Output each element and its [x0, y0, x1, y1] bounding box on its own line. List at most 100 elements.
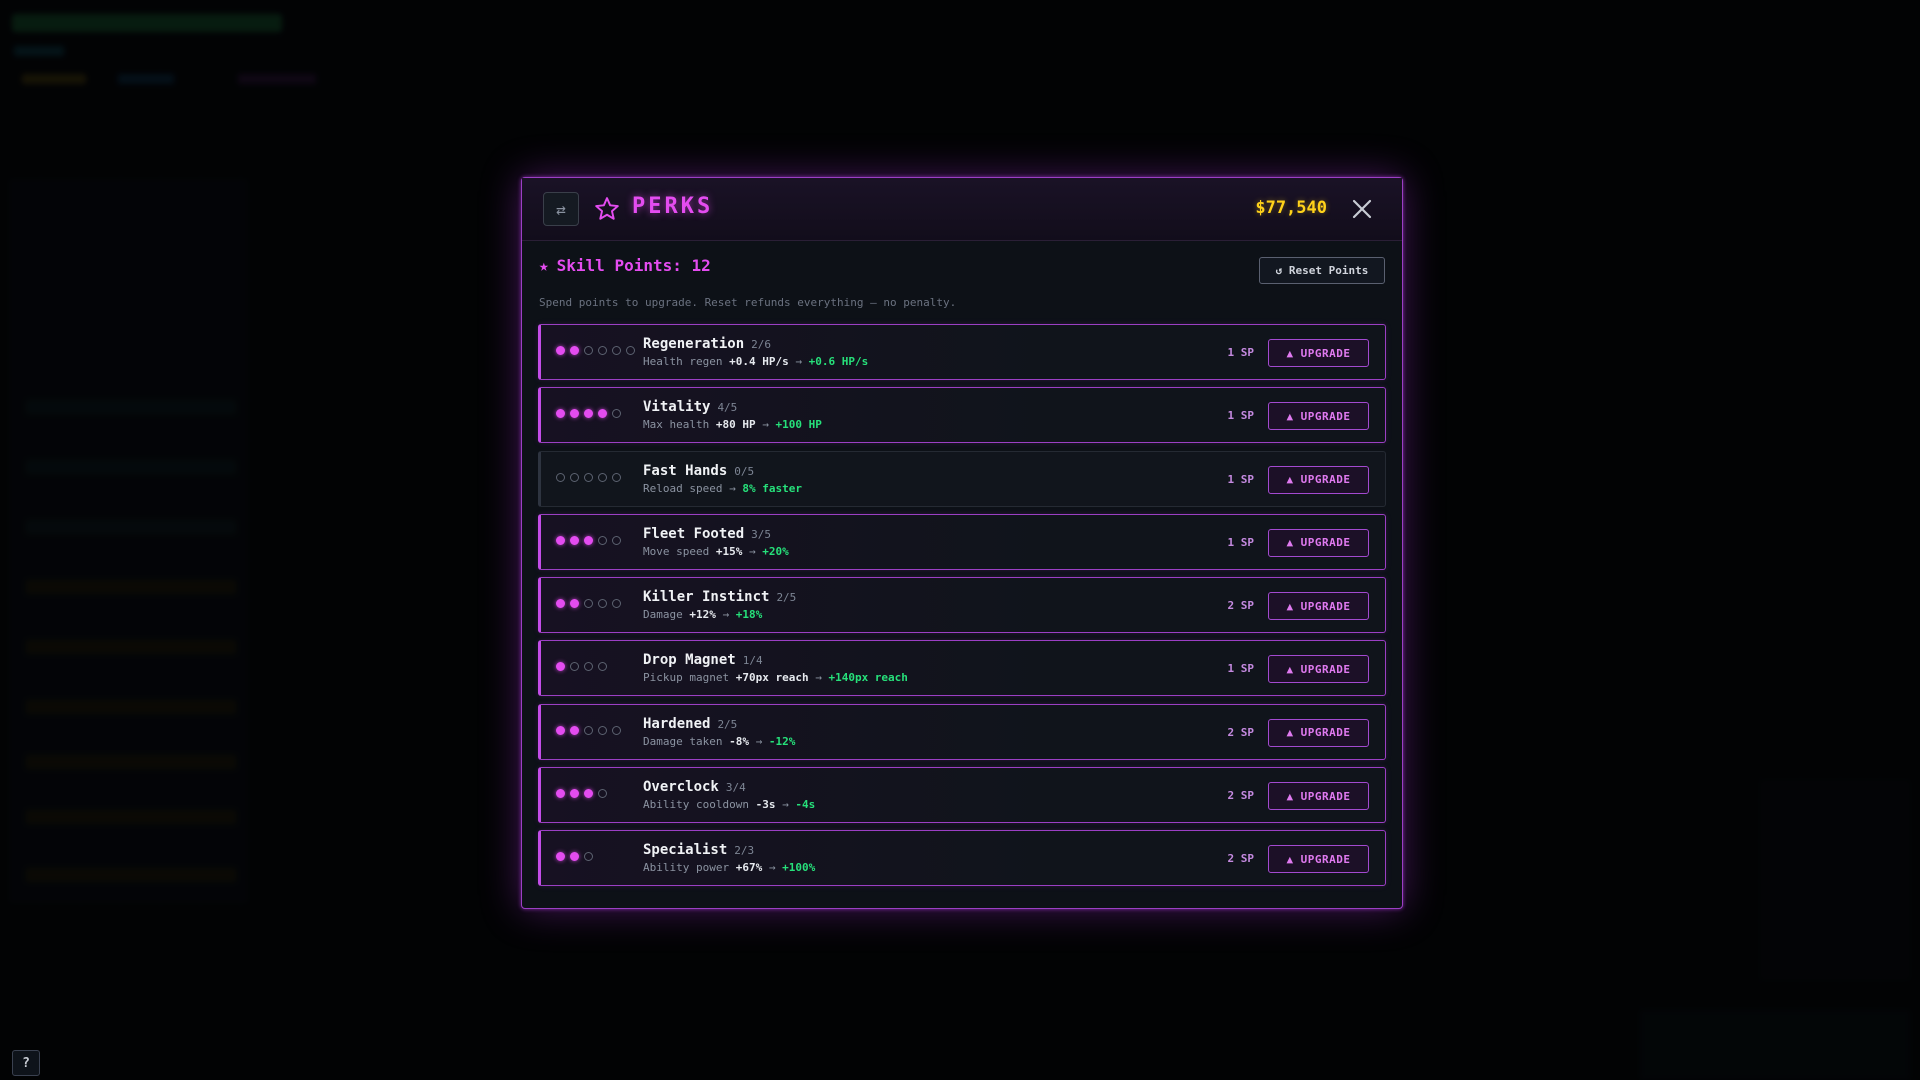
perk-current-value: -3s: [755, 798, 776, 812]
level-pip: [556, 852, 565, 862]
close-button[interactable]: [1348, 195, 1376, 223]
level-pip: [584, 599, 593, 609]
perk-name: Vitality: [643, 399, 711, 416]
perk-current-value: +67%: [735, 861, 763, 875]
perk-level-pips: [556, 346, 635, 355]
level-pip: [584, 789, 593, 799]
money-display: $77,540: [1255, 198, 1327, 218]
swap-button[interactable]: ⇄: [543, 192, 579, 226]
level-pip: [612, 472, 621, 482]
perk-level: 2/5: [776, 591, 797, 605]
level-pip: [598, 346, 607, 355]
perk-description: Health regen +0.4 HP/s → +0.6 HP/s: [643, 355, 868, 368]
level-pip: [556, 599, 565, 609]
level-pip: [570, 409, 579, 419]
perk-name-line: Vitality 4/5: [643, 399, 737, 415]
perk-cost: 2 SP: [1227, 852, 1255, 866]
perk-name: Specialist: [643, 842, 728, 859]
perk-next-value: -4s: [795, 798, 816, 812]
perk-description: Damage taken -8% → -12%: [643, 735, 795, 748]
level-pip: [612, 725, 621, 735]
perk-cost: 1 SP: [1227, 662, 1255, 676]
perk-level: 4/5: [717, 401, 738, 415]
perk-description: Damage +12% → +18%: [643, 608, 762, 621]
level-pip: [556, 346, 565, 355]
level-pip: [598, 725, 607, 735]
perk-name-line: Regeneration 2/6: [643, 336, 771, 352]
perk-name: Fleet Footed: [643, 525, 745, 542]
level-pip: [556, 789, 565, 799]
swap-icon: ⇄: [556, 199, 566, 219]
level-pip: [598, 472, 607, 482]
perk-current-value: +70px reach: [735, 671, 809, 685]
perk-current-value: +12%: [689, 608, 716, 622]
perk-level-pips: [556, 472, 621, 482]
perk-name: Overclock: [643, 779, 719, 796]
perk-level: 2/3: [734, 844, 755, 858]
perk-level-pips: [556, 725, 621, 735]
perk-description: Move speed +15% → +20%: [643, 545, 789, 558]
perks-modal: ⇄ PERKS $77,540 ★ Skill Points: 12 ↺ Res…: [521, 177, 1403, 909]
level-pip: [584, 409, 593, 419]
perk-cost: 1 SP: [1227, 472, 1255, 486]
perk-row: Specialist 2/3 Ability power +67% → +100%…: [538, 830, 1386, 887]
perk-next-value: +100%: [782, 861, 816, 875]
upgrade-button[interactable]: ▲ UPGRADE: [1268, 592, 1369, 621]
perk-next-value: -12%: [768, 734, 796, 748]
upgrade-button[interactable]: ▲ UPGRADE: [1268, 528, 1369, 557]
perk-next-value: +140px reach: [828, 671, 908, 685]
level-pip: [612, 599, 621, 609]
level-pip: [570, 472, 579, 482]
perk-list: Regeneration 2/6 Health regen +0.4 HP/s →…: [538, 324, 1386, 894]
upgrade-button[interactable]: ▲ UPGRADE: [1268, 782, 1369, 811]
perk-level: 2/5: [717, 717, 738, 731]
perk-row: Hardened 2/5 Damage taken -8% → -12% 2 SP…: [538, 703, 1386, 760]
perk-stat-label: Ability power: [643, 861, 730, 875]
upgrade-button[interactable]: ▲ UPGRADE: [1268, 339, 1369, 367]
perk-next-value: +20%: [762, 544, 789, 558]
perk-name-line: Fast Hands 0/5: [643, 463, 754, 479]
perk-arrow: →: [795, 355, 802, 368]
perk-row: Fast Hands 0/5 Reload speed → 8% faster 1…: [538, 450, 1386, 507]
perk-name: Hardened: [643, 715, 711, 732]
perk-description: Ability cooldown -3s → -4s: [643, 798, 815, 811]
perk-level: 1/4: [742, 654, 763, 668]
level-pip: [556, 725, 565, 735]
perk-arrow: →: [768, 861, 776, 875]
level-pip: [598, 535, 607, 545]
level-pip: [598, 662, 607, 672]
reset-points-button[interactable]: ↺ Reset Points: [1259, 257, 1385, 284]
perk-name-line: Fleet Footed 3/5: [643, 526, 771, 542]
perk-level: 0/5: [734, 464, 755, 478]
perk-stat-label: Max health: [643, 418, 710, 432]
perk-row: Vitality 4/5 Max health +80 HP → +100 HP …: [538, 387, 1386, 444]
perk-next-value: +18%: [735, 608, 763, 622]
perk-stat-label: Damage: [643, 608, 683, 622]
level-pip: [598, 599, 607, 609]
perk-current-value: +0.4 HP/s: [729, 355, 789, 368]
perk-cost: 1 SP: [1227, 346, 1255, 359]
level-pip: [570, 346, 579, 355]
level-pip: [612, 535, 621, 545]
level-pip: [612, 346, 621, 355]
perk-row: Regeneration 2/6 Health regen +0.4 HP/s →…: [538, 324, 1386, 380]
upgrade-button[interactable]: ▲ UPGRADE: [1268, 402, 1369, 431]
level-pip: [570, 725, 579, 735]
perk-description: Max health +80 HP → +100 HP: [643, 418, 822, 431]
perk-name: Fast Hands: [643, 462, 728, 479]
help-button[interactable]: ?: [12, 1050, 40, 1076]
level-pip: [556, 472, 565, 482]
upgrade-button[interactable]: ▲ UPGRADE: [1268, 718, 1369, 747]
level-pip: [598, 409, 607, 419]
upgrade-button[interactable]: ▲ UPGRADE: [1268, 845, 1369, 874]
perk-description: Pickup magnet +70px reach → +140px reach: [643, 671, 908, 684]
upgrade-button[interactable]: ▲ UPGRADE: [1268, 655, 1369, 684]
modal-title: PERKS: [632, 194, 714, 219]
perk-row: Drop Magnet 1/4 Pickup magnet +70px reach…: [538, 640, 1386, 697]
perk-stat-label: Ability cooldown: [643, 798, 749, 812]
perk-current-value: +15%: [715, 544, 743, 558]
upgrade-button[interactable]: ▲ UPGRADE: [1268, 465, 1369, 494]
perk-next-value: 8% faster: [742, 481, 802, 495]
perk-arrow: →: [762, 418, 769, 432]
perk-cost: 1 SP: [1227, 535, 1255, 549]
